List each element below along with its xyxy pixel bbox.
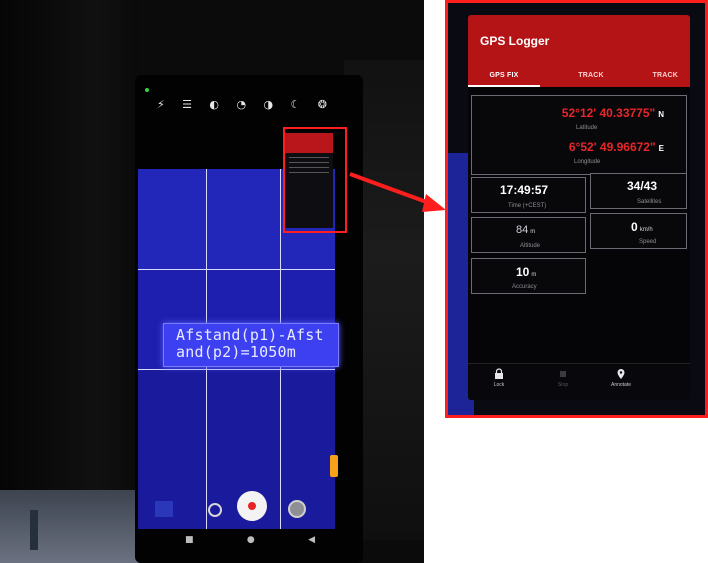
lock-icon — [495, 368, 503, 379]
pointer-arrow — [349, 172, 446, 212]
annotate-button[interactable]: Annotate — [596, 368, 646, 388]
latitude-label: Latitude — [576, 125, 598, 131]
hdr-icon[interactable]: ◑ — [263, 99, 273, 111]
home-icon[interactable]: ● — [247, 535, 255, 545]
app-title: GPS Logger — [480, 34, 550, 48]
annotate-label: Annotate — [610, 382, 632, 388]
accuracy-label: Accuracy — [512, 284, 537, 290]
zoomed-highlight: GPS Logger GPS FIX TRACK TRACK 52°12' 40… — [445, 0, 708, 418]
effects-icon[interactable]: ❂ — [318, 99, 327, 111]
longitude-label: Longitude — [574, 159, 601, 165]
satellites-value: 34/43 — [627, 179, 658, 193]
latitude-direction: N — [658, 110, 664, 119]
tab-track-2[interactable]: TRACK — [638, 65, 678, 87]
altitude-value: 84 m — [516, 224, 536, 236]
coordinates-card: 52°12' 40.33775" N Latitude 6°52' 49.9667… — [471, 95, 687, 175]
map-pin-icon — [617, 369, 625, 379]
longitude-direction: E — [658, 144, 664, 153]
gallery-thumbnail[interactable] — [288, 500, 306, 518]
shutter-button[interactable] — [237, 491, 267, 521]
orange-object — [330, 455, 338, 477]
mode-chip[interactable] — [155, 501, 173, 517]
speed-label: Speed — [639, 239, 657, 245]
time-label: Time (+CEST) — [508, 203, 547, 209]
filter-icon[interactable]: ◐ — [209, 99, 219, 111]
time-card: 17:49:57 Time (+CEST) — [471, 177, 586, 213]
latitude-value: 52°12' 40.33775" N — [561, 106, 664, 120]
back-icon[interactable]: ◀ — [308, 535, 315, 545]
gps-logger-app: GPS Logger GPS FIX TRACK TRACK 52°12' 40… — [468, 15, 690, 400]
flash-off-icon[interactable]: ⚡ — [157, 99, 165, 111]
lock-button[interactable]: Lock — [474, 368, 524, 388]
tab-gps-fix[interactable]: GPS FIX — [468, 65, 540, 87]
stop-label: Stop — [557, 382, 569, 388]
accuracy-card: 10 m Accuracy — [471, 258, 586, 294]
highlight-box-small — [283, 127, 347, 233]
satellites-label: Satellites — [637, 199, 662, 205]
satellites-card: 34/43 Satellites — [590, 173, 687, 209]
grid-line-horizontal — [138, 369, 335, 370]
system-nav-bar: ■ ● ◀ — [185, 535, 315, 545]
bottom-nav: Lock Stop Annotate — [468, 363, 690, 400]
altitude-card: 84 m Altitude — [471, 217, 586, 253]
lcd-line-1: Afstand(p1)-Afst — [176, 326, 324, 344]
status-led — [145, 88, 149, 92]
camera-photo: ⚡ ☰ ◐ ◔ ◑ ☾ ❂ Afstand(p1)-Afst and(p2)=1… — [0, 0, 424, 563]
app-header: GPS Logger GPS FIX TRACK TRACK — [468, 15, 690, 87]
stop-icon — [560, 371, 566, 377]
lcd-line-2: and(p2)=1050m — [176, 343, 296, 361]
background-paper — [0, 490, 140, 563]
lock-label: Lock — [493, 382, 505, 388]
accuracy-value: 10 m — [516, 265, 537, 279]
lcd-display: Afstand(p1)-Afst and(p2)=1050m — [163, 323, 339, 367]
longitude-value: 6°52' 49.96672" E — [568, 140, 664, 154]
grid-line-horizontal — [138, 269, 335, 270]
tab-track[interactable]: TRACK — [552, 65, 630, 87]
tab-bar: GPS FIX TRACK TRACK — [468, 65, 690, 87]
altitude-label: Altitude — [520, 243, 541, 249]
background-dark — [0, 0, 140, 563]
time-value: 17:49:57 — [500, 183, 549, 197]
night-mode-icon[interactable]: ☾ — [290, 99, 300, 111]
speed-value: 0 km/h — [631, 220, 653, 234]
speed-card: 0 km/h Speed — [590, 213, 687, 249]
timer-icon[interactable]: ◔ — [236, 99, 246, 111]
stop-button[interactable]: Stop — [538, 368, 588, 388]
camera-toolbar: ⚡ ☰ ◐ ◔ ◑ ☾ ❂ — [157, 99, 327, 111]
camera-controls — [145, 491, 355, 529]
recents-icon[interactable]: ■ — [185, 535, 194, 545]
settings-sliders-icon[interactable]: ☰ — [182, 99, 192, 111]
switch-camera-icon[interactable] — [208, 503, 222, 517]
